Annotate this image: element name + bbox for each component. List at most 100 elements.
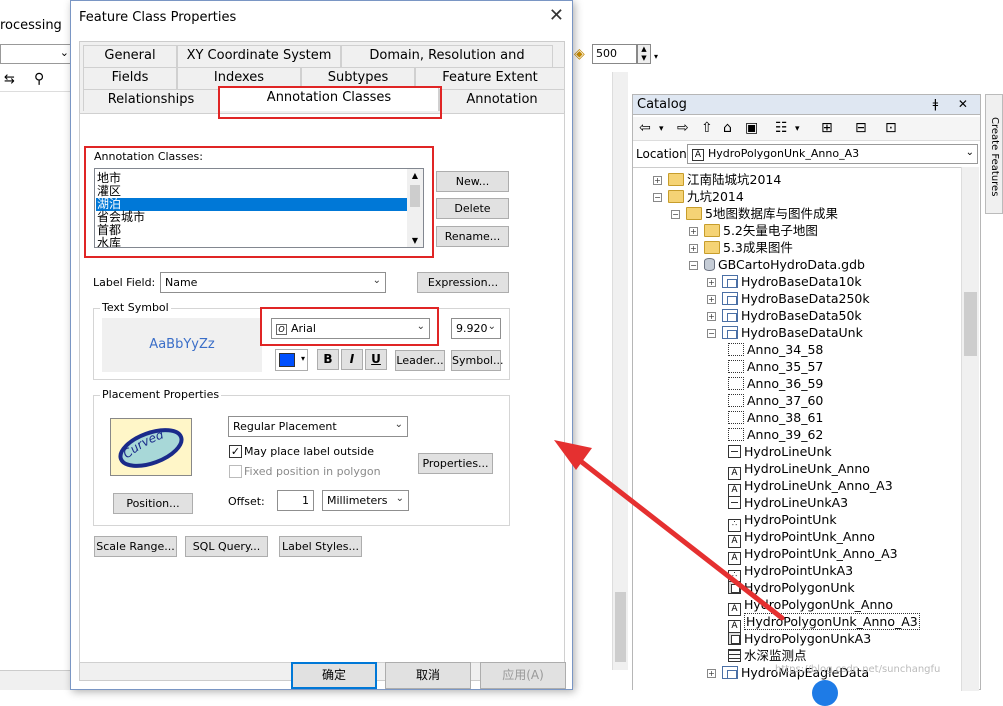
options-icon[interactable]: ⊡: [885, 120, 897, 136]
bold-button[interactable]: B: [317, 349, 339, 370]
label-field-combo[interactable]: Name ⌄: [160, 272, 386, 293]
back-arrow-icon[interactable]: ⇦: [639, 120, 651, 136]
tree-view-icon[interactable]: ⊟: [855, 120, 867, 136]
tree-item[interactable]: HydroPolygonUnkA3: [725, 630, 871, 647]
italic-button[interactable]: I: [341, 349, 363, 370]
chevron-down-icon[interactable]: ▾: [654, 52, 666, 64]
expand-icon[interactable]: +: [689, 227, 698, 236]
scroll-up-icon[interactable]: ▲: [407, 171, 423, 180]
location-combo[interactable]: A HydroPolygonUnk_Anno_A3 ⌄: [687, 144, 978, 164]
tab-annotation[interactable]: Annotation: [439, 89, 565, 111]
tree-item[interactable]: Anno_36_59: [725, 375, 823, 392]
label-styles-button[interactable]: Label Styles...: [279, 536, 362, 557]
collapse-icon[interactable]: −: [689, 261, 698, 270]
annotation-class-item[interactable]: 地市: [96, 172, 408, 185]
underline-button[interactable]: U: [365, 349, 387, 370]
catalog-window-controls[interactable]: ǂ ✕: [933, 97, 976, 111]
scroll-down-icon[interactable]: ▼: [407, 236, 423, 245]
map-scale-input[interactable]: 500: [592, 44, 637, 64]
tree-item[interactable]: − HydroBaseDataUnk: [707, 324, 863, 341]
background-combo[interactable]: ⌄: [0, 44, 72, 64]
chevron-down-icon[interactable]: ⌄: [488, 321, 496, 332]
rename-button[interactable]: Rename...: [436, 226, 509, 247]
tree-item[interactable]: + HydroBaseData10k: [707, 273, 862, 290]
expand-icon[interactable]: +: [707, 278, 716, 287]
tree-item[interactable]: +5.3成果图件: [689, 239, 793, 256]
tree-item[interactable]: Anno_38_61: [725, 409, 823, 426]
tab-general[interactable]: General: [83, 45, 177, 67]
chevron-down-icon[interactable]: ⌄: [373, 275, 381, 286]
offset-input[interactable]: 1: [277, 490, 314, 511]
home-icon[interactable]: ⌂: [723, 120, 732, 136]
chevron-down-icon[interactable]: ▾: [795, 124, 800, 134]
expand-icon[interactable]: +: [707, 669, 716, 678]
position-button[interactable]: Position...: [113, 493, 193, 514]
collapse-icon[interactable]: −: [671, 210, 680, 219]
chevron-down-icon[interactable]: ⌄: [396, 493, 404, 504]
expression-button[interactable]: Expression...: [417, 272, 509, 293]
binoculars-icon[interactable]: ⚲: [34, 71, 44, 87]
offset-unit-combo[interactable]: Millimeters ⌄: [322, 490, 409, 511]
collapse-icon[interactable]: −: [707, 329, 716, 338]
tab-indexes[interactable]: Indexes: [177, 67, 301, 89]
symbol-button[interactable]: Symbol...: [451, 350, 503, 371]
tab-fields[interactable]: Fields: [83, 67, 177, 89]
expand-icon[interactable]: +: [689, 244, 698, 253]
annotation-classes-list[interactable]: 地市 灌区 湖泊 省会城市 首都 水库 ▲ ▼: [94, 168, 424, 248]
new-item-icon[interactable]: ⊞: [821, 120, 833, 136]
annotation-class-item[interactable]: 首都: [96, 224, 408, 237]
collapse-icon[interactable]: −: [653, 193, 662, 202]
tab-annotation-classes[interactable]: Annotation Classes: [219, 87, 439, 111]
tree-item[interactable]: − 5地图数据库与图件成果: [671, 205, 838, 222]
tree-item[interactable]: 水深监测点: [725, 647, 807, 664]
tab-relationships[interactable]: Relationships: [83, 89, 219, 111]
annotation-class-item[interactable]: 水库: [96, 237, 408, 248]
close-icon[interactable]: ✕: [549, 5, 564, 26]
apply-button[interactable]: 应用(A): [480, 662, 566, 689]
connect-folder-icon[interactable]: ▣: [745, 120, 758, 136]
tree-item[interactable]: Anno_34_58: [725, 341, 823, 358]
up-one-level-icon[interactable]: ⇧: [701, 120, 713, 136]
tree-item[interactable]: + HydroBaseData250k: [707, 290, 870, 307]
chevron-down-icon[interactable]: ▾: [659, 124, 664, 134]
cancel-button[interactable]: 取消: [385, 662, 471, 689]
tab-xy-coordinate-system[interactable]: XY Coordinate System: [177, 45, 341, 67]
properties-button[interactable]: Properties...: [418, 453, 493, 474]
scrollbar-thumb[interactable]: [964, 292, 977, 356]
tree-item[interactable]: Anno_35_57: [725, 358, 823, 375]
catalog-scrollbar[interactable]: [961, 167, 979, 691]
tree-item[interactable]: Anno_37_60: [725, 392, 823, 409]
leader-button[interactable]: Leader...: [395, 350, 445, 371]
new-button[interactable]: New...: [436, 171, 509, 192]
placement-combo[interactable]: Regular Placement ⌄: [228, 416, 408, 437]
annotation-class-item[interactable]: 灌区: [96, 185, 408, 198]
tree-item[interactable]: − 九坑2014: [653, 188, 744, 205]
tab-domain-resolution-tolerance[interactable]: Domain, Resolution and Tolerance: [341, 45, 553, 83]
fixed-position-checkbox[interactable]: [229, 465, 242, 478]
may-place-outside-checkbox[interactable]: ✓: [229, 445, 242, 458]
annotation-class-item[interactable]: 省会城市: [96, 211, 408, 224]
tree-item[interactable]: +5.2矢量电子地图: [689, 222, 818, 239]
font-size-combo[interactable]: 9.920 ⌄: [451, 318, 501, 339]
chevron-down-icon[interactable]: ⌄: [417, 321, 425, 332]
tree-item[interactable]: + HydroBaseData50k: [707, 307, 862, 324]
delete-button[interactable]: Delete: [436, 198, 509, 219]
create-features-tab[interactable]: Create Features: [985, 94, 1003, 214]
tree-item[interactable]: − GBCartoHydroData.gdb: [689, 256, 865, 273]
expand-icon[interactable]: +: [707, 312, 716, 321]
scale-range-button[interactable]: Scale Range...: [94, 536, 177, 557]
tool-icon[interactable]: ⇆: [4, 72, 15, 87]
expand-icon[interactable]: +: [707, 295, 716, 304]
list-scrollbar[interactable]: ▲ ▼: [407, 169, 423, 247]
sql-query-button[interactable]: SQL Query...: [185, 536, 268, 557]
tab-subtypes[interactable]: Subtypes: [301, 67, 415, 89]
scrollbar-thumb[interactable]: [410, 185, 420, 207]
expand-icon[interactable]: +: [653, 176, 662, 185]
view-toggle-icon[interactable]: ☷: [775, 120, 788, 136]
tree-item[interactable]: + 江南陆城坑2014: [653, 171, 781, 188]
map-scale-spinner[interactable]: ▲ ▼: [637, 44, 651, 64]
text-color-picker[interactable]: ▾: [275, 349, 308, 371]
chevron-down-icon[interactable]: ⌄: [966, 147, 974, 158]
tab-feature-extent[interactable]: Feature Extent: [415, 67, 565, 89]
ok-button[interactable]: 确定: [291, 662, 377, 689]
